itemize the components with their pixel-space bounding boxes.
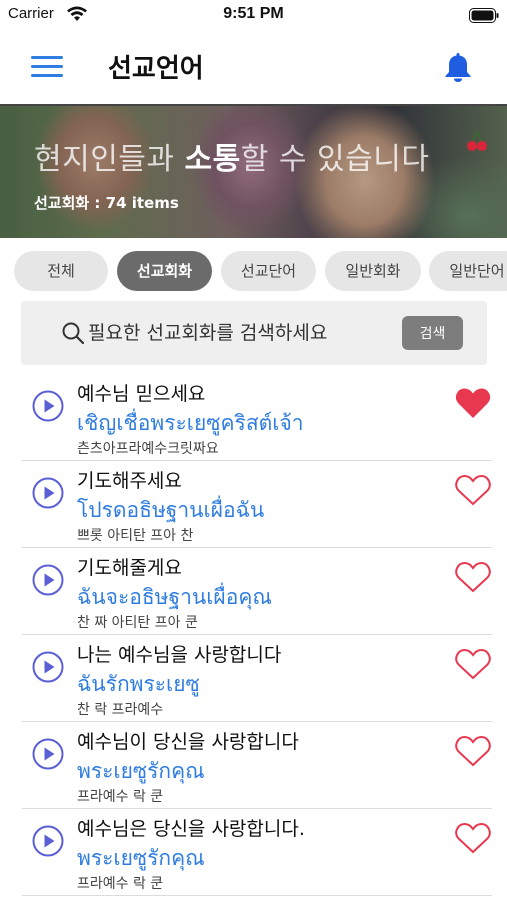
battery-icon: [469, 8, 499, 23]
navigation-bar: 선교언어: [0, 34, 507, 102]
heart-outline-icon[interactable]: [454, 560, 492, 594]
korean-phrase: 예수님이 당신을 사랑합니다: [77, 731, 299, 753]
heart-outline-icon[interactable]: [454, 821, 492, 855]
list-item: 예수님이 당신을 사랑합니다 พระเยซูรักคุณ 프라예수 락 쿤: [22, 722, 492, 809]
banner-headline: 현지인들과 소통할 수 있습니다: [34, 134, 429, 178]
korean-phrase: 기도해줄게요: [77, 557, 182, 579]
thai-phrase: ฉันรักพระเยซู: [77, 672, 200, 696]
tab-all[interactable]: 전체: [14, 251, 108, 291]
hero-banner: 현지인들과 소통할 수 있습니다 선교회화 : 74 items: [0, 104, 507, 238]
cherry-icon: [467, 130, 487, 151]
list-item: 나는 예수님을 사랑합니다 ฉันรักพระเยซู 찬 락 프라예수: [22, 635, 492, 722]
korean-phrase: 기도해주세요: [77, 470, 182, 492]
thai-phrase: พระเยซูรักคุณ: [77, 846, 205, 870]
status-bar: Carrier 9:51 PM: [0, 0, 507, 30]
play-icon[interactable]: [32, 564, 64, 596]
tab-mission-words[interactable]: 선교단어: [221, 251, 316, 291]
search-bar: 검색: [21, 301, 487, 365]
heart-outline-icon[interactable]: [454, 647, 492, 681]
korean-phrase: 나는 예수님을 사랑합니다: [77, 644, 282, 666]
play-icon[interactable]: [32, 738, 64, 770]
bell-icon[interactable]: [443, 51, 473, 83]
thai-phrase: พระเยซูรักคุณ: [77, 759, 205, 783]
banner-headline-part: 할 수 있습니다: [240, 142, 430, 177]
tab-mission-conversation[interactable]: 선교회화: [117, 251, 212, 291]
page-title: 선교언어: [108, 54, 204, 84]
category-tabs: 전체 선교회화 선교단어 일반회화 일반단어: [14, 251, 507, 293]
pronunciation: 찬 짜 아티탄 프아 쿤: [77, 615, 198, 631]
pronunciation: 찬 락 프라예수: [77, 702, 164, 718]
list-item: 예수님 믿으세요 เชิญเชื่อพระเยซูคริสต์เจ้า 츤츠아프…: [22, 374, 492, 461]
tab-general-conversation[interactable]: 일반회화: [325, 251, 421, 291]
play-icon[interactable]: [32, 390, 64, 422]
banner-headline-part: 현지인들과: [34, 142, 185, 177]
search-icon: [62, 322, 85, 345]
list-item: 기도해주세요 โปรดอธิษฐานเผื่อฉัน 쁘롯 아티탄 프아 찬: [22, 461, 492, 548]
heart-outline-icon[interactable]: [454, 734, 492, 768]
search-button[interactable]: 검색: [402, 316, 463, 350]
hamburger-menu-icon[interactable]: [31, 56, 63, 78]
play-icon[interactable]: [32, 825, 64, 857]
heart-filled-icon[interactable]: [454, 386, 492, 420]
thai-phrase: ฉันจะอธิษฐานเผื่อคุณ: [77, 585, 272, 609]
list-item: 기도해줄게요 ฉันจะอธิษฐานเผื่อคุณ 찬 짜 아티탄 프아 쿤: [22, 548, 492, 635]
banner-item-count: 선교회화 : 74 items: [34, 194, 179, 212]
banner-headline-emphasis: 소통: [184, 142, 241, 177]
pronunciation: 프라예수 락 쿤: [77, 789, 164, 805]
thai-phrase: โปรดอธิษฐานเผื่อฉัน: [77, 498, 265, 522]
clock-time: 9:51 PM: [223, 5, 284, 22]
play-icon[interactable]: [32, 477, 64, 509]
pronunciation: 프라예수 락 쿤: [77, 876, 164, 892]
play-icon[interactable]: [32, 651, 64, 683]
pronunciation: 츤츠아프라예수크릿짜요: [77, 441, 219, 457]
thai-phrase: เชิญเชื่อพระเยซูคริสต์เจ้า: [77, 411, 304, 435]
korean-phrase: 예수님은 당신을 사랑합니다.: [77, 818, 305, 840]
korean-phrase: 예수님 믿으세요: [77, 383, 206, 405]
tab-general-words[interactable]: 일반단어: [429, 251, 507, 291]
search-input[interactable]: [88, 317, 398, 349]
pronunciation: 쁘롯 아티탄 프아 찬: [77, 528, 194, 544]
list-item: 예수님은 당신을 사랑합니다. พระเยซูรักคุณ 프라예수 락 쿤: [22, 809, 492, 896]
heart-outline-icon[interactable]: [454, 473, 492, 507]
